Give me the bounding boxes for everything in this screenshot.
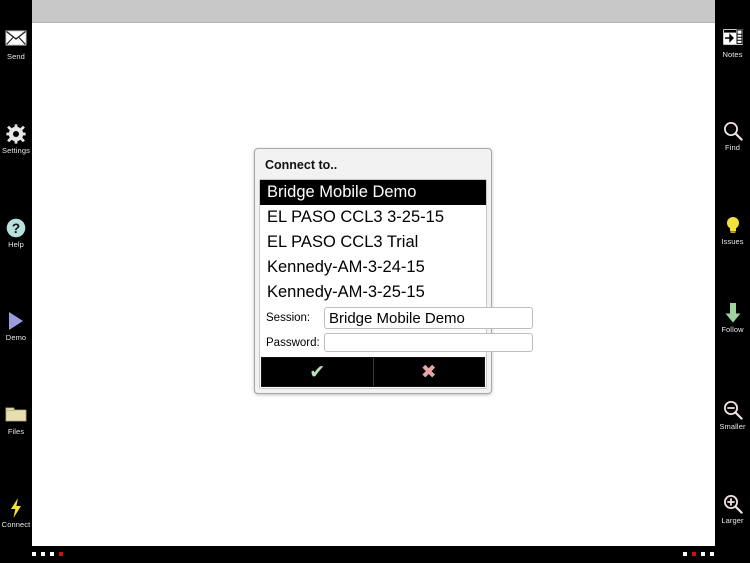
- status-dot-active: [692, 552, 696, 556]
- sidebar-item-label: Notes: [722, 50, 743, 59]
- sidebar-item-issues[interactable]: Issues: [715, 215, 750, 246]
- connect-dialog: Connect to.. Bridge Mobile Demo EL PASO …: [254, 148, 533, 394]
- top-toolbar: [32, 0, 715, 23]
- confirm-button[interactable]: ✔: [262, 358, 374, 386]
- lightbulb-icon: [715, 215, 750, 237]
- folder-icon: [0, 405, 32, 427]
- notes-icon: [715, 28, 750, 50]
- magnifier-plus-icon: [715, 494, 750, 516]
- password-label: Password:: [266, 336, 320, 349]
- sidebar-item-send[interactable]: Send: [0, 30, 32, 61]
- sidebar-item-demo[interactable]: Demo: [0, 311, 32, 342]
- password-input[interactable]: [324, 333, 533, 352]
- session-list[interactable]: Bridge Mobile Demo EL PASO CCL3 3-25-15 …: [260, 180, 486, 305]
- sidebar-item-label: Demo: [5, 333, 27, 342]
- question-circle-icon: ?: [0, 218, 32, 240]
- list-item[interactable]: Kennedy-AM-3-25-15: [260, 280, 486, 305]
- status-dot-active: [59, 552, 63, 556]
- left-sidebar: Send Settings ? Help Demo Files Connect: [0, 0, 32, 563]
- dialog-button-row: ✔ ✖: [261, 357, 485, 387]
- status-dot: [701, 552, 705, 556]
- status-dots-right: [683, 552, 714, 556]
- sidebar-item-larger[interactable]: Larger: [715, 494, 750, 525]
- sidebar-item-notes[interactable]: Notes: [715, 28, 750, 59]
- status-dots-left: [32, 552, 63, 556]
- sidebar-item-label: Connect: [1, 520, 31, 529]
- status-dot: [32, 552, 36, 556]
- bottom-statusbar: [0, 546, 750, 563]
- sidebar-item-label: Help: [8, 240, 24, 249]
- dialog-title: Connect to..: [265, 158, 338, 172]
- list-item[interactable]: Bridge Mobile Demo: [260, 180, 486, 205]
- magnifier-minus-icon: [715, 400, 750, 422]
- password-field-row: Password:: [260, 331, 533, 354]
- sidebar-item-label: Smaller: [719, 422, 746, 431]
- list-item[interactable]: EL PASO CCL3 3-25-15: [260, 205, 486, 230]
- dialog-body: Bridge Mobile Demo EL PASO CCL3 3-25-15 …: [259, 179, 533, 389]
- sidebar-item-connect[interactable]: Connect: [0, 498, 32, 529]
- sidebar-item-label: Follow: [721, 325, 744, 334]
- cancel-button[interactable]: ✖: [373, 358, 484, 386]
- status-dot: [683, 552, 687, 556]
- sidebar-item-label: Find: [725, 143, 740, 152]
- play-triangle-icon: [0, 311, 32, 333]
- gear-icon: [0, 124, 32, 146]
- sidebar-item-find[interactable]: Find: [715, 121, 750, 152]
- magnifier-icon: [715, 121, 750, 143]
- sidebar-item-label: Send: [7, 52, 25, 61]
- app-root: Send Settings ? Help Demo Files Connect …: [0, 0, 750, 563]
- lightning-bolt-icon: [0, 498, 32, 520]
- list-item[interactable]: EL PASO CCL3 Trial: [260, 230, 486, 255]
- list-item[interactable]: Kennedy-AM-3-24-15: [260, 255, 486, 280]
- status-dot: [41, 552, 45, 556]
- status-dot: [50, 552, 54, 556]
- sidebar-item-label: Settings: [2, 146, 30, 155]
- arrow-down-icon: [715, 303, 750, 325]
- sidebar-item-label: Files: [7, 427, 25, 436]
- right-sidebar: Notes Find Issues Follow Smaller Larger: [715, 0, 750, 563]
- session-field-row: Session:: [260, 305, 533, 331]
- sidebar-item-label: Issues: [721, 237, 744, 246]
- sidebar-item-files[interactable]: Files: [0, 405, 32, 436]
- checkmark-icon: ✔: [309, 360, 326, 383]
- session-label: Session:: [266, 312, 311, 324]
- cross-icon: ✖: [420, 360, 437, 383]
- envelope-icon: [0, 30, 32, 52]
- sidebar-item-follow[interactable]: Follow: [715, 303, 750, 334]
- sidebar-item-help[interactable]: ? Help: [0, 218, 32, 249]
- sidebar-item-label: Larger: [721, 516, 744, 525]
- sidebar-item-smaller[interactable]: Smaller: [715, 400, 750, 431]
- svg-text:?: ?: [12, 221, 20, 236]
- status-dot: [710, 552, 714, 556]
- sidebar-item-settings[interactable]: Settings: [0, 124, 32, 155]
- session-input[interactable]: [324, 307, 533, 329]
